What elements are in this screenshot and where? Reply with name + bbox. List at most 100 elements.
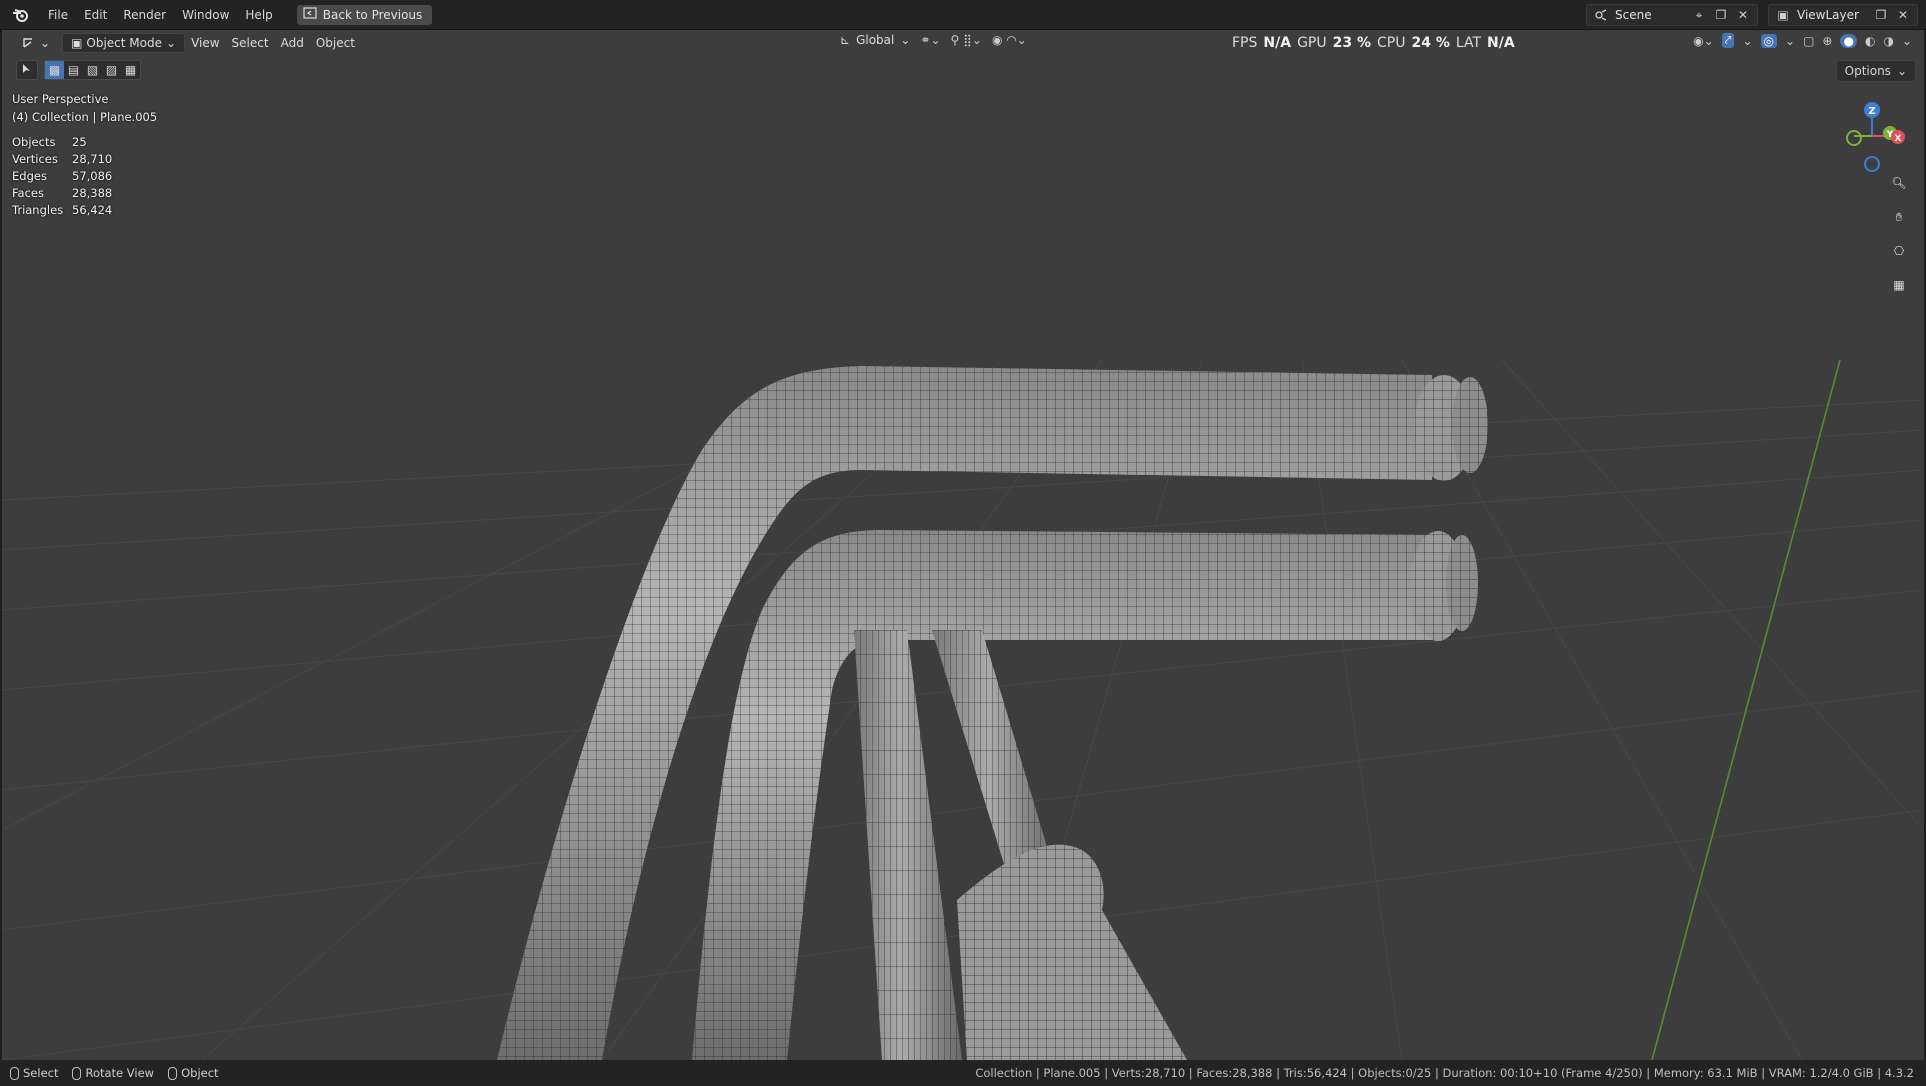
gizmo-icon[interactable]: ⤤: [1721, 33, 1735, 48]
chevron-down-icon: ⌄: [40, 36, 51, 50]
menu-select[interactable]: Select: [226, 33, 275, 53]
scene-name[interactable]: Scene: [1615, 8, 1685, 22]
scene-icon: [1593, 7, 1609, 23]
viewlayer-name[interactable]: ViewLayer: [1797, 8, 1867, 22]
stat-value: 25: [72, 135, 87, 149]
viewport-display-controls: ◉⌄ ⤤ ⌄ ◎ ⌄ ▢ ⊕ ● ◐ ◑ ⌄: [1693, 33, 1912, 48]
chevron-down-icon: ⌄: [900, 33, 911, 47]
menu-file[interactable]: File: [40, 4, 76, 26]
new-viewlayer-icon[interactable]: ❐: [1873, 7, 1889, 23]
pin-icon[interactable]: ⌖: [1691, 7, 1707, 23]
menu-edit[interactable]: Edit: [76, 4, 115, 26]
gizmo-neg-z-axis[interactable]: [1864, 156, 1880, 172]
grid-perspective-icon[interactable]: ▦: [1886, 272, 1912, 298]
selection-mode-toggle[interactable]: ▩ ▤ ▧ ▨ ▦: [44, 60, 141, 80]
shading-solid-icon[interactable]: ●: [1840, 33, 1857, 48]
viewlayer-selector[interactable]: ▣ ViewLayer ❐ ✕: [1768, 4, 1918, 26]
menu-help[interactable]: Help: [237, 4, 280, 26]
shading-rendered-icon[interactable]: ◑: [1883, 34, 1893, 48]
overlay-icon[interactable]: ◎: [1760, 33, 1778, 48]
mesh-base-block: [957, 844, 1187, 1060]
snap-icon[interactable]: ⚲ ⣿⌄: [951, 33, 982, 47]
camera-icon[interactable]: ⎔: [1886, 238, 1912, 264]
back-to-previous-button[interactable]: Back to Previous: [296, 4, 433, 25]
blender-logo-icon[interactable]: [10, 4, 32, 26]
stat-label: Faces: [12, 186, 44, 200]
back-icon: [303, 7, 317, 22]
menu-view[interactable]: View: [185, 33, 225, 53]
visibility-icon[interactable]: ◉⌄: [1693, 34, 1714, 48]
gizmo-x-label: X: [1895, 134, 1902, 144]
viewport-info-overlay: User Perspective (4) Collection | Plane.…: [12, 90, 157, 126]
viewport-scene: [2, 359, 1924, 1060]
close-icon[interactable]: ✕: [1895, 7, 1911, 23]
object-mode-label: Object Mode: [86, 36, 162, 50]
active-object-context: (4) Collection | Plane.005: [12, 110, 158, 124]
new-scene-icon[interactable]: ❐: [1713, 7, 1729, 23]
hint-object-label: Object: [181, 1066, 219, 1080]
back-to-previous-label: Back to Previous: [322, 7, 423, 22]
shading-wireframe-icon[interactable]: ⊕: [1822, 34, 1832, 48]
close-icon[interactable]: ✕: [1735, 7, 1751, 23]
stat-label: Objects: [12, 135, 56, 149]
scene-selector[interactable]: Scene ⌖ ❐ ✕: [1586, 4, 1758, 26]
hint-select-label: Select: [23, 1066, 59, 1080]
select-subtract-icon[interactable]: ▧: [83, 61, 102, 79]
select-new-icon[interactable]: ▩: [45, 61, 64, 79]
orientation-dropdown[interactable]: ⊾ Global ⌄: [840, 33, 910, 47]
cpu-label: CPU: [1377, 35, 1406, 51]
hint-object: Object: [168, 1066, 219, 1080]
select-intersect-icon[interactable]: ▦: [121, 61, 140, 79]
hint-rotate: Rotate View: [72, 1066, 154, 1080]
menu-window[interactable]: Window: [174, 4, 237, 26]
chevron-down-icon[interactable]: ⌄: [1742, 34, 1752, 48]
shading-material-icon[interactable]: ◐: [1865, 34, 1875, 48]
stat-row: Triangles 56,424: [12, 202, 112, 219]
mouse-middle-icon: [72, 1066, 82, 1080]
hint-select: Select: [10, 1066, 58, 1080]
pivot-icon[interactable]: ⚭⌄: [920, 33, 940, 47]
stat-value: 56,424: [72, 203, 113, 217]
select-tool-button[interactable]: [16, 60, 38, 80]
options-dropdown[interactable]: Options ⌄: [1835, 60, 1916, 82]
hint-rotate-label: Rotate View: [85, 1066, 155, 1080]
proportional-icon[interactable]: ◉ ◠⌄: [992, 33, 1027, 47]
chevron-down-icon[interactable]: ⌄: [1785, 34, 1795, 48]
options-label: Options: [1844, 64, 1891, 78]
stat-value: 28,388: [72, 186, 113, 200]
zoom-icon[interactable]: 🔍︎: [1886, 170, 1912, 196]
chevron-down-icon: ⌄: [166, 36, 177, 50]
object-mode-icon: ▣: [71, 36, 83, 50]
stat-row: Vertices 28,710: [12, 151, 112, 168]
select-invert-icon[interactable]: ▨: [102, 61, 121, 79]
pan-hand-icon[interactable]: ✋︎: [1886, 204, 1912, 230]
select-extend-icon[interactable]: ▤: [64, 61, 83, 79]
stat-row: Edges 57,086: [12, 168, 112, 185]
menu-object[interactable]: Object: [310, 33, 361, 53]
lat-label: LAT: [1455, 35, 1482, 51]
menu-add[interactable]: Add: [275, 33, 310, 53]
mouse-left-icon: [10, 1066, 19, 1080]
gizmo-neg-y-axis[interactable]: [1846, 130, 1862, 146]
3d-viewport[interactable]: ⌄ ▣ Object Mode ⌄ View Select Add Object…: [2, 30, 1924, 1060]
gpu-value: 23 %: [1332, 35, 1371, 51]
menu-render[interactable]: Render: [115, 4, 174, 26]
tool-settings-row: ▩ ▤ ▧ ▨ ▦: [16, 60, 141, 80]
viewlayer-icon: ▣: [1777, 8, 1789, 22]
stat-value: 28,710: [72, 152, 113, 166]
orientation-label: Global: [856, 33, 895, 47]
workspace-right-controls: Scene ⌖ ❐ ✕ ▣ ViewLayer ❐ ✕: [1586, 4, 1918, 26]
object-mode-dropdown[interactable]: ▣ Object Mode ⌄: [62, 33, 186, 53]
xray-icon[interactable]: ▢: [1803, 34, 1814, 48]
stat-label: Edges: [12, 169, 47, 183]
fps-label: FPS: [1232, 35, 1258, 51]
scene-statistics: Objects 25 Vertices 28,710 Edges 57,086 Fac…: [12, 134, 112, 219]
lat-value: N/A: [1487, 35, 1515, 51]
cursor-arrow-icon: [22, 63, 32, 78]
editor-type-icon: [22, 35, 36, 52]
top-menu-bar: File Edit Render Window Help Back to Pre…: [0, 0, 1926, 30]
transform-controls: ⊾ Global ⌄ ⚭⌄ ⚲ ⣿⌄ ◉ ◠⌄: [840, 33, 1027, 47]
chevron-down-icon[interactable]: ⌄: [1902, 34, 1912, 48]
mouse-right-icon: [168, 1066, 178, 1080]
editor-type-button[interactable]: ⌄: [16, 33, 56, 53]
